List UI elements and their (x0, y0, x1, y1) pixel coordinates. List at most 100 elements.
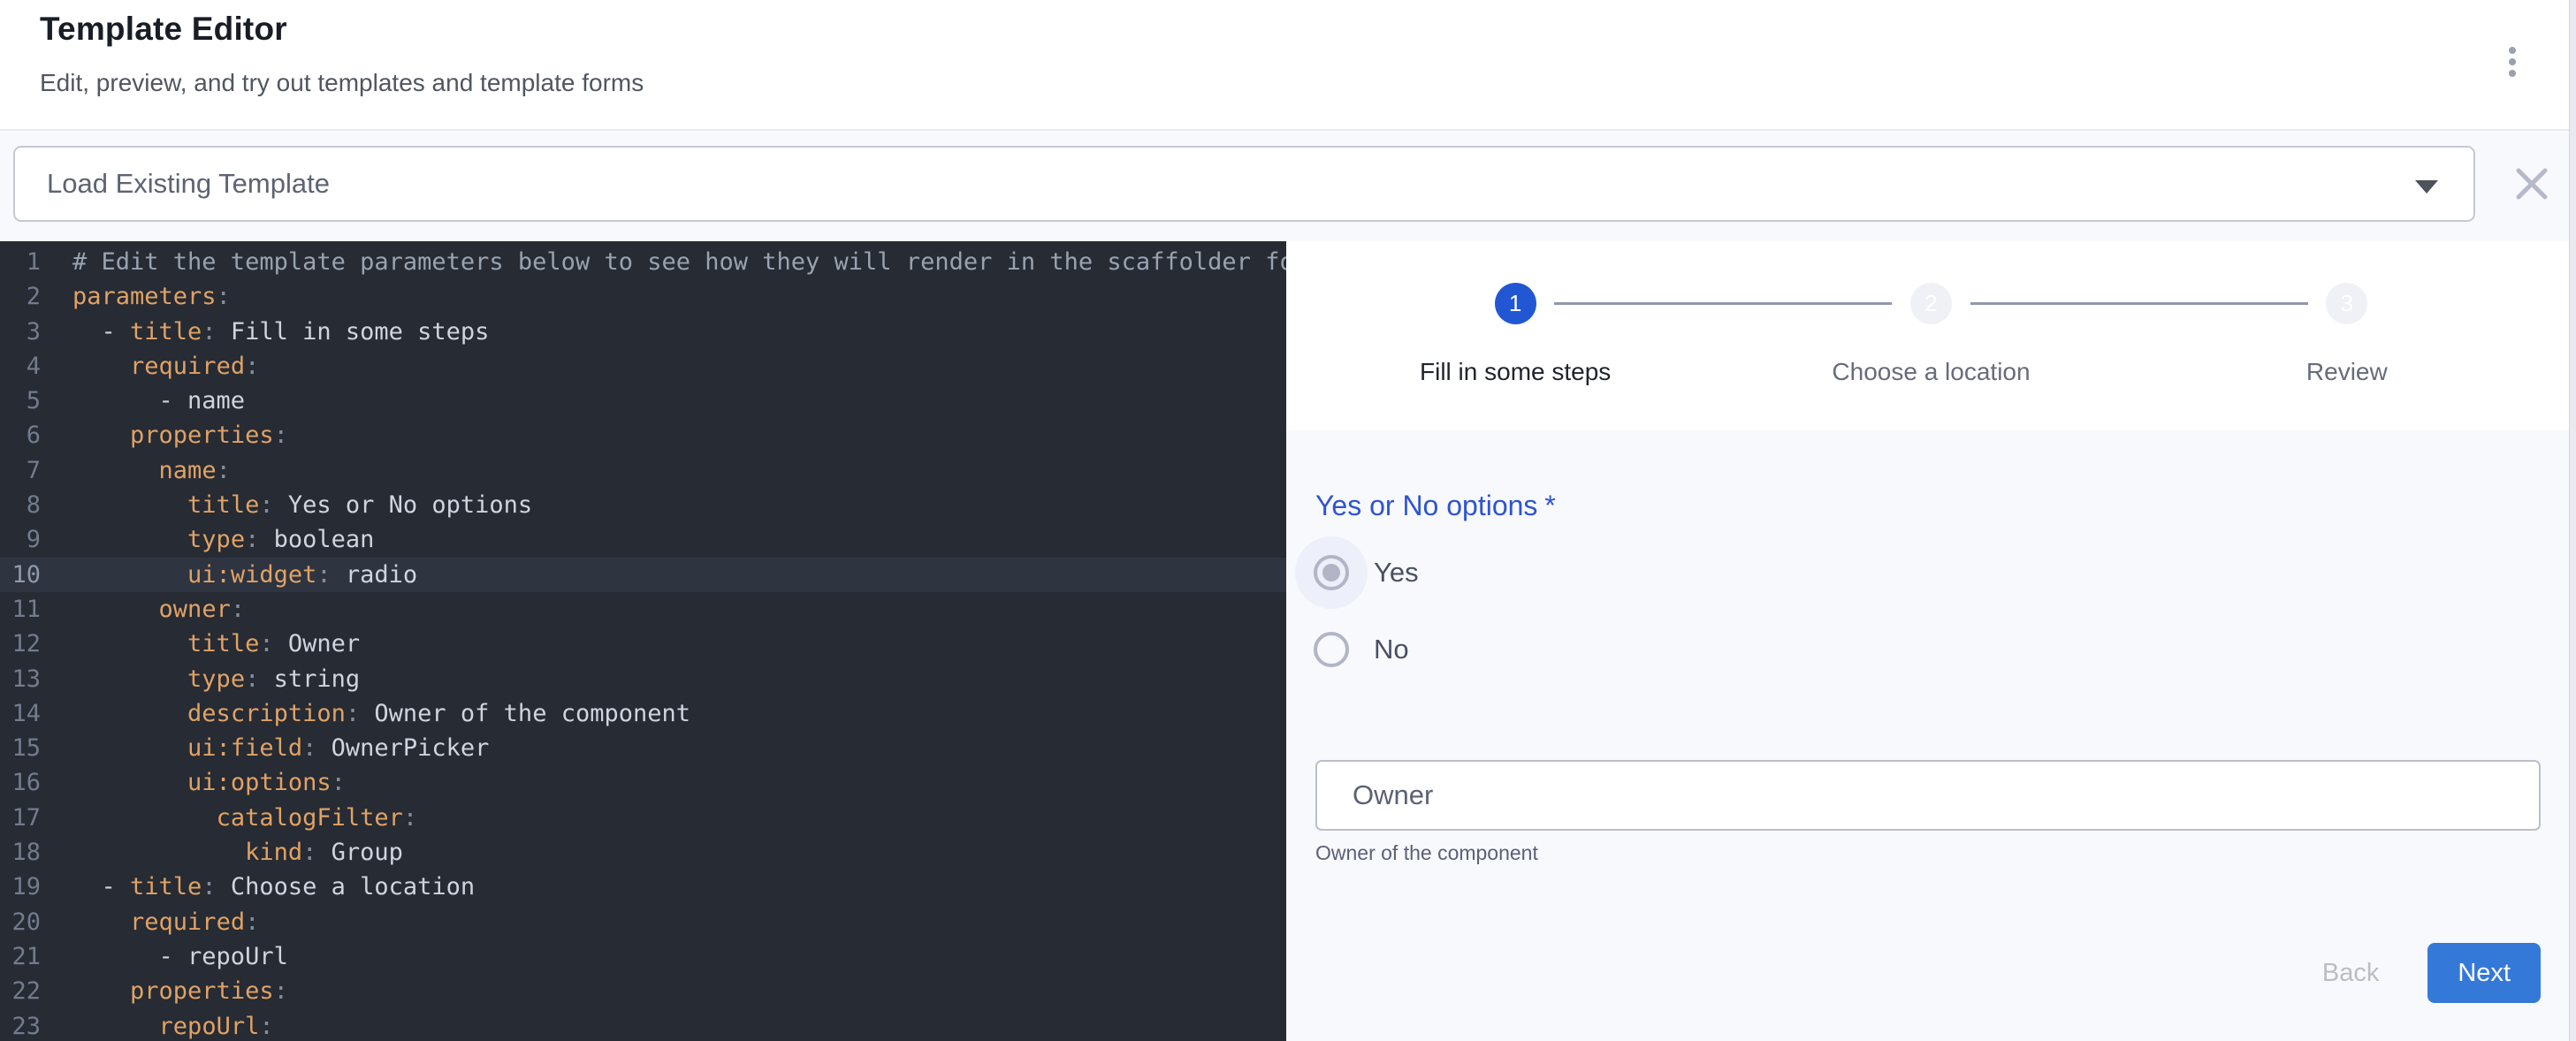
code-line: 4 required: (0, 349, 1286, 384)
code-text: name: (72, 453, 231, 488)
code-line: 18 kind: Group (0, 835, 1286, 870)
select-value: Load Existing Template (47, 168, 330, 200)
stepper-connector (1554, 302, 1892, 305)
line-number: 6 (0, 418, 41, 452)
line-number: 22 (0, 974, 41, 1008)
step-label: Review (2139, 358, 2555, 386)
code-line: 16 ui:options: (0, 765, 1286, 800)
code-text: - repoUrl (72, 939, 288, 974)
form-footer: Back Next (1315, 943, 2541, 1003)
radio-halo (1295, 613, 1368, 686)
line-number: 20 (0, 905, 41, 939)
code-text: catalogFilter: (72, 801, 417, 835)
code-line: 6 properties: (0, 418, 1286, 452)
owner-input[interactable]: Owner (1315, 760, 2541, 831)
page-subtitle: Edit, preview, and try out templates and… (40, 69, 644, 97)
step-label: Fill in some steps (1307, 358, 1723, 386)
line-number: 1 (0, 245, 41, 279)
owner-input-label: Owner (1353, 779, 1433, 811)
code-text: - title: Fill in some steps (72, 315, 489, 349)
template-form-preview: 123 Fill in some stepsChoose a locationR… (1286, 241, 2576, 1041)
code-line: 11 owner: (0, 592, 1286, 627)
step-circle-2: 2 (1910, 283, 1952, 324)
back-button[interactable]: Back (2313, 959, 2388, 988)
line-number: 12 (0, 627, 41, 661)
line-number: 3 (0, 315, 41, 349)
line-number: 7 (0, 453, 41, 488)
line-number: 17 (0, 801, 41, 835)
close-template-editor-button[interactable] (2512, 164, 2551, 203)
code-line: 1 # Edit the template parameters below to… (0, 245, 1286, 279)
stepper: 123 Fill in some stepsChoose a locationR… (1286, 241, 2576, 430)
code-text: title: Owner (72, 627, 360, 661)
radio-group-label: Yes or No options* (1315, 489, 2541, 522)
yaml-code-editor[interactable]: 1 # Edit the template parameters below to… (0, 241, 1286, 1041)
code-text: - title: Choose a location (72, 870, 475, 904)
code-text: properties: (72, 974, 288, 1008)
load-existing-template-select[interactable]: Load Existing Template (13, 146, 2475, 222)
next-button[interactable]: Next (2427, 943, 2541, 1003)
radio-label: Yes (1374, 557, 1419, 589)
step-circle-3: 3 (2326, 283, 2367, 324)
line-number: 19 (0, 870, 41, 904)
close-icon (2512, 164, 2551, 203)
radio-dot (1322, 564, 1340, 581)
radio-label: No (1374, 634, 1409, 665)
code-line-active: 10 ui:widget: radio (0, 558, 1286, 592)
step-label: Choose a location (1723, 358, 2138, 386)
code-line: 2 parameters: (0, 279, 1286, 314)
line-number: 5 (0, 384, 41, 418)
code-text: # Edit the template parameters below to … (72, 245, 1286, 279)
stepper-circles: 123 (1307, 241, 2555, 324)
line-number: 4 (0, 349, 41, 384)
stepper-labels: Fill in some stepsChoose a locationRevie… (1307, 358, 2555, 386)
line-number: 13 (0, 662, 41, 696)
code-line: 15 ui:field: OwnerPicker (0, 731, 1286, 765)
radio-option-no[interactable]: No (1295, 613, 2541, 686)
code-line: 19 - title: Choose a location (0, 870, 1286, 904)
code-text: ui:options: (72, 765, 346, 800)
code-text: required: (72, 349, 259, 384)
stepper-connector (1970, 302, 2308, 305)
code-line: 5 - name (0, 384, 1286, 418)
code-text: owner: (72, 592, 245, 627)
template-load-toolbar: Load Existing Template (0, 129, 2576, 241)
code-line: 13 type: string (0, 662, 1286, 696)
line-number: 2 (0, 279, 41, 314)
owner-helper-text: Owner of the component (1315, 841, 2541, 865)
kebab-icon (2509, 70, 2516, 77)
code-text: type: boolean (72, 522, 374, 557)
code-line: 3 - title: Fill in some steps (0, 315, 1286, 349)
page-header: Template Editor Edit, preview, and try o… (0, 0, 2576, 129)
radio-option-yes[interactable]: Yes (1295, 536, 2541, 609)
code-line: 12 title: Owner (0, 627, 1286, 661)
radio-selected-icon (1314, 555, 1349, 590)
line-number: 21 (0, 939, 41, 974)
code-text: parameters: (72, 279, 231, 314)
radio-unselected-icon (1314, 632, 1349, 667)
code-line: 9 type: boolean (0, 522, 1286, 557)
code-text: description: Owner of the component (72, 696, 690, 731)
code-line: 23 repoUrl: (0, 1009, 1286, 1041)
code-line: 7 name: (0, 453, 1286, 488)
kebab-icon (2509, 47, 2516, 54)
code-text: title: Yes or No options (72, 488, 532, 522)
form-step-content: Yes or No options* Yes No Owner Owner of … (1286, 430, 2576, 1041)
more-options-button[interactable] (2495, 37, 2530, 87)
line-number: 11 (0, 592, 41, 627)
code-line: 22 properties: (0, 974, 1286, 1008)
page-scrollbar[interactable] (2569, 0, 2576, 1041)
code-text: required: (72, 905, 259, 939)
line-number: 9 (0, 522, 41, 557)
line-number: 16 (0, 765, 41, 800)
code-text: kind: Group (72, 835, 403, 870)
code-text: ui:widget: radio (72, 558, 417, 592)
chevron-down-icon (2415, 180, 2438, 194)
radio-group-label-text: Yes or No options (1315, 490, 1537, 521)
line-number: 14 (0, 696, 41, 731)
code-line: 8 title: Yes or No options (0, 488, 1286, 522)
yes-no-radio-group: Yes No (1315, 536, 2541, 686)
radio-halo (1295, 536, 1368, 609)
kebab-icon (2509, 58, 2516, 65)
line-number: 15 (0, 731, 41, 765)
